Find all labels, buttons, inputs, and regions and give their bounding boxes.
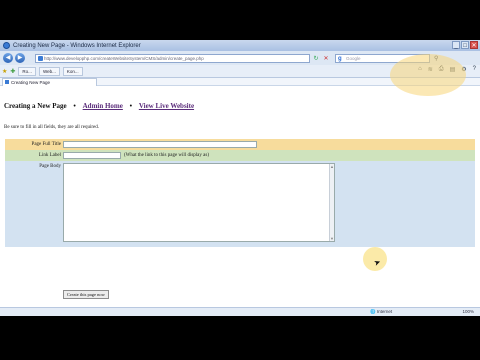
zoom-level[interactable]: 100% <box>462 309 474 314</box>
bullet-separator: • <box>73 102 76 110</box>
body-row: Page Body <box>5 161 475 247</box>
status-bar: 🌐 Internet 100% <box>0 307 480 316</box>
textarea-scrollbar[interactable] <box>329 164 334 241</box>
create-page-button[interactable]: Create this page now <box>63 290 109 299</box>
form-instructions: Be sure to fill in all fields, they are … <box>4 125 99 130</box>
add-favorite-icon[interactable]: ✚ <box>10 68 15 75</box>
bullet-separator: • <box>129 102 133 110</box>
view-live-website-link[interactable]: View Live Website <box>139 102 194 110</box>
back-arrow-icon[interactable]: ◀ <box>3 53 13 63</box>
admin-home-link[interactable]: Admin Home <box>83 102 123 110</box>
link-label: Link Label <box>38 153 61 158</box>
address-input[interactable]: http://www.developphp.com/createWebsiteS… <box>35 53 310 63</box>
title-row: Page Full Title <box>5 139 475 150</box>
window-title: Creating New Page - Windows Internet Exp… <box>13 42 141 49</box>
go-icon[interactable]: ↻ <box>312 55 320 62</box>
link-hint: (What the link to this page will display… <box>124 153 209 158</box>
help-icon[interactable]: ? <box>473 66 476 73</box>
window-controls: _ □ ✕ <box>452 41 478 49</box>
maximize-button[interactable]: □ <box>461 41 469 49</box>
title-label: Page Full Title <box>31 142 61 147</box>
browser-window: Creating New Page - Windows Internet Exp… <box>0 40 480 316</box>
page-content: Creating a New Page • Admin Home • View … <box>0 87 480 307</box>
security-zone: 🌐 Internet <box>370 309 393 314</box>
forward-arrow-icon[interactable]: ▶ <box>15 53 25 63</box>
page-body-textarea[interactable] <box>63 163 335 242</box>
tab-button-2[interactable]: Web... <box>38 66 60 76</box>
tab-button-3[interactable]: Kon... <box>62 66 83 76</box>
zone-label: Internet <box>376 309 393 314</box>
page-title-input[interactable] <box>63 141 257 148</box>
tab-button-1[interactable]: Ro... <box>18 66 36 76</box>
favorites-star-icon[interactable]: ★ <box>2 68 7 75</box>
stop-icon[interactable]: ✕ <box>322 55 330 62</box>
link-row: Link Label (What the link to this page w… <box>5 150 475 161</box>
link-label-input[interactable] <box>63 152 121 159</box>
title-bar: Creating New Page - Windows Internet Exp… <box>0 40 480 51</box>
close-button[interactable]: ✕ <box>470 41 478 49</box>
ie-logo-icon <box>3 42 10 49</box>
minimize-button[interactable]: _ <box>452 41 460 49</box>
page-heading: Creating a New Page • Admin Home • View … <box>4 102 194 110</box>
current-tab[interactable]: Creating New Page <box>2 78 97 86</box>
page-title: Creating a New Page <box>4 102 67 110</box>
body-label: Page Body <box>39 164 61 169</box>
